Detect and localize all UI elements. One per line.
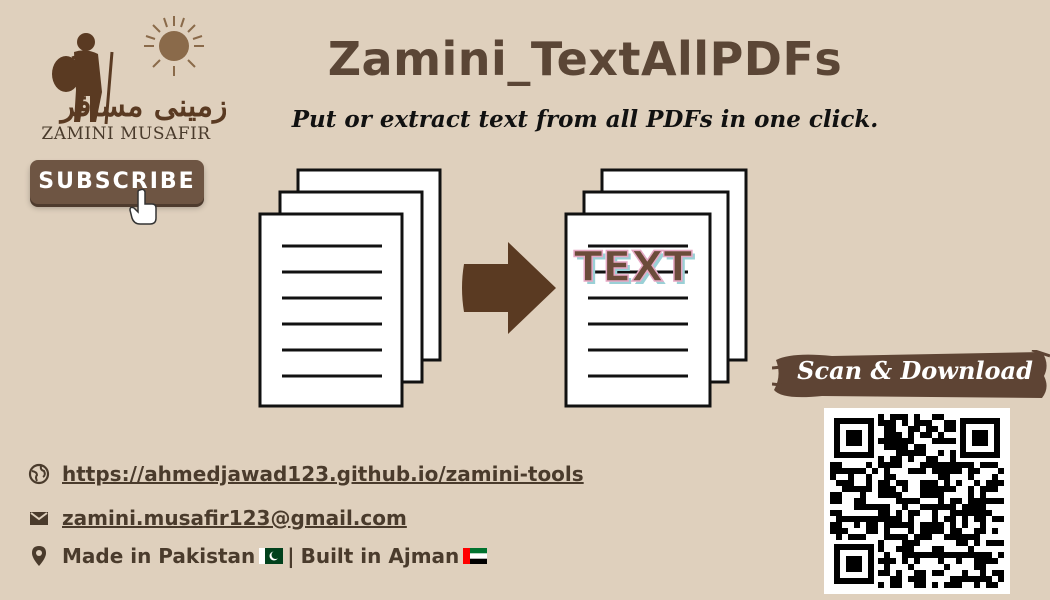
brand-name: ZAMINI MUSAFIR [41, 124, 211, 144]
location-pin-icon [32, 546, 46, 566]
email-link[interactable]: zamini.musafir123@gmail.com [62, 506, 407, 530]
pdf-to-text-diagram: TEXT TEXT [258, 168, 748, 408]
pointer-hand-icon [129, 188, 157, 225]
arrow-right-icon [462, 242, 556, 334]
made-in-text: Made in Pakistan [62, 544, 256, 568]
download-qr-code[interactable] [824, 408, 1010, 594]
website-link[interactable]: https://ahmedjawad123.github.io/zamini-t… [62, 462, 584, 486]
built-in-text: Built in Ajman [300, 544, 460, 568]
page-title: Zamini_TextAllPDFs [327, 32, 843, 86]
pakistan-flag-icon [259, 548, 284, 564]
subscribe-button[interactable]: SUBSCRIBE [30, 160, 204, 204]
globe-icon [28, 463, 50, 485]
source-documents-icon [258, 168, 442, 408]
page-subtitle: Put or extract text from all PDFs in one… [291, 106, 879, 133]
uae-flag-icon [463, 548, 488, 564]
origin-row: Made in Pakistan | Built in Ajman [28, 544, 491, 568]
email-row: zamini.musafir123@gmail.com [28, 506, 407, 530]
sun-icon [144, 16, 204, 76]
mail-icon [30, 512, 48, 525]
qr-code-icon [824, 408, 1010, 594]
website-row: https://ahmedjawad123.github.io/zamini-t… [28, 462, 584, 486]
brand-urdu-text: زمینی مسافر [59, 89, 226, 124]
text-overlay-label: TEXT [574, 242, 693, 291]
separator: | [287, 544, 295, 568]
scan-download-label: Scan & Download [797, 356, 1033, 385]
